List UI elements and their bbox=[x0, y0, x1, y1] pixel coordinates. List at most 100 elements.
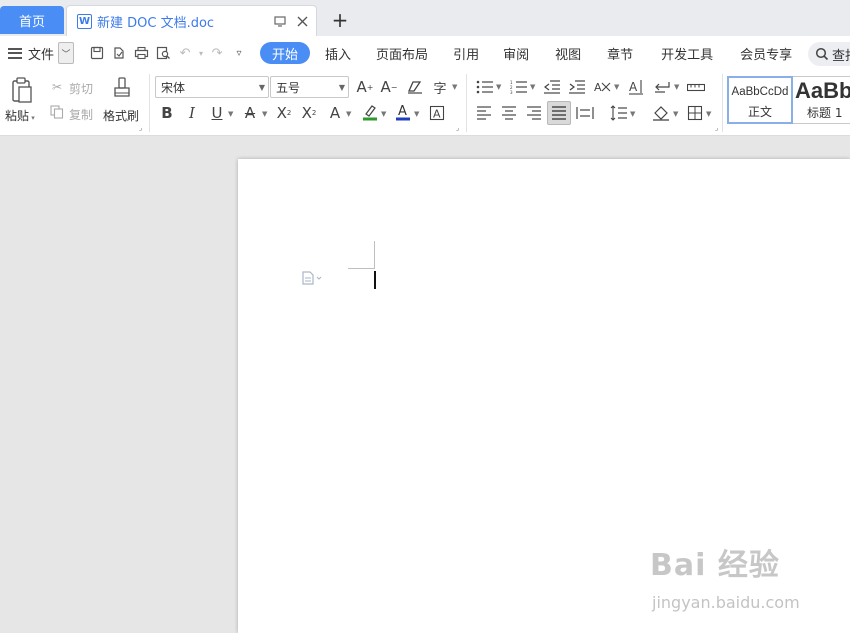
paragraph-dialog-launcher[interactable]: ⌟ bbox=[715, 124, 718, 132]
svg-text:A: A bbox=[433, 108, 441, 121]
align-center-icon[interactable] bbox=[499, 103, 519, 123]
customize-toolbar-icon[interactable]: ▿ bbox=[228, 42, 250, 64]
underline-dropdown-icon[interactable]: ▼ bbox=[228, 110, 233, 118]
cut-button[interactable]: 剪切 bbox=[69, 80, 93, 97]
paragraph-mark-dropdown-icon[interactable]: ▼ bbox=[674, 83, 679, 91]
borders-icon[interactable] bbox=[685, 103, 705, 123]
tab-start[interactable]: 开始 bbox=[260, 42, 311, 64]
tab-developer[interactable]: 开发工具 bbox=[646, 42, 728, 64]
chinese-layout-icon[interactable]: A bbox=[592, 77, 612, 97]
word-doc-icon: W bbox=[77, 13, 92, 29]
window-restore-icon[interactable] bbox=[272, 13, 288, 29]
strikethrough-icon[interactable]: A bbox=[240, 103, 260, 123]
italic-icon[interactable]: I bbox=[182, 103, 202, 123]
paste-button[interactable]: 粘贴 ▾ bbox=[5, 107, 35, 124]
strikethrough-dropdown-icon[interactable]: ▼ bbox=[262, 110, 267, 118]
ribbon-start: 粘贴 ▾ ✂ 剪切 复制 格式刷 ⌟ 宋体 ▼ 五号 ▼ A + A − 字 ▼ B… bbox=[0, 70, 850, 136]
align-left-icon[interactable] bbox=[474, 103, 494, 123]
chevron-down-icon: ▼ bbox=[258, 83, 265, 92]
svg-text:A: A bbox=[398, 104, 407, 119]
tab-document[interactable]: W 新建 DOC 文档.doc bbox=[66, 5, 317, 36]
paragraph-mark-icon[interactable] bbox=[652, 77, 672, 97]
font-size-value: 五号 bbox=[276, 80, 301, 95]
line-spacing-icon[interactable] bbox=[609, 103, 629, 123]
tab-review[interactable]: 审阅 bbox=[490, 42, 542, 64]
font-name-select[interactable]: 宋体 ▼ bbox=[155, 76, 269, 98]
tab-insert[interactable]: 插入 bbox=[314, 42, 362, 64]
text-effect-dropdown-icon[interactable]: ▼ bbox=[346, 110, 351, 118]
paste-icon[interactable] bbox=[8, 75, 36, 105]
style-heading-1[interactable]: AaBb 标题 1 bbox=[793, 76, 850, 124]
scissors-icon[interactable]: ✂ bbox=[48, 78, 66, 96]
decrease-font-size-icon[interactable]: A − bbox=[379, 77, 399, 97]
line-spacing-dropdown-icon[interactable]: ▼ bbox=[630, 110, 635, 118]
phonetic-dropdown-icon[interactable]: ▼ bbox=[452, 83, 457, 91]
style-normal-name: 正文 bbox=[747, 105, 772, 119]
print-icon[interactable] bbox=[130, 42, 152, 64]
borders-dropdown-icon[interactable]: ▼ bbox=[706, 110, 711, 118]
export-pdf-icon[interactable] bbox=[108, 42, 130, 64]
bullet-list-icon[interactable] bbox=[475, 77, 495, 97]
format-painter-icon[interactable] bbox=[110, 75, 134, 105]
style-normal-preview: AaBbCcDd bbox=[731, 86, 789, 98]
justify-icon[interactable] bbox=[547, 101, 571, 125]
ruler-icon[interactable] bbox=[686, 77, 706, 97]
font-size-select[interactable]: 五号 ▼ bbox=[270, 76, 349, 98]
tab-chapter[interactable]: 章节 bbox=[594, 42, 646, 64]
font-color-icon[interactable]: A bbox=[393, 102, 413, 122]
increase-indent-icon[interactable] bbox=[567, 77, 587, 97]
copy-button[interactable]: 复制 bbox=[69, 106, 93, 123]
margin-corner-mark bbox=[348, 268, 375, 269]
clear-formatting-icon[interactable] bbox=[405, 77, 425, 97]
undo-icon[interactable]: ↶ bbox=[174, 42, 196, 64]
phonetic-guide-icon[interactable]: 字 bbox=[430, 77, 450, 97]
margin-corner-mark bbox=[374, 241, 375, 268]
align-right-icon[interactable] bbox=[524, 103, 544, 123]
svg-text:A: A bbox=[629, 80, 638, 94]
tab-member[interactable]: 会员专享 bbox=[728, 42, 804, 64]
style-normal[interactable]: AaBbCcDd 正文 bbox=[727, 76, 793, 124]
menu-row: 文件 ﹀ ↶ ▾ ↷ ▿ 开始 插入 页面布局 引用 审阅 视图 章节 开发工具… bbox=[0, 36, 850, 70]
chinese-layout-dropdown-icon[interactable]: ▼ bbox=[614, 83, 619, 91]
shading-icon[interactable] bbox=[651, 103, 671, 123]
text-direction-icon[interactable]: A bbox=[626, 77, 646, 97]
tab-page-layout[interactable]: 页面布局 bbox=[362, 42, 442, 64]
character-border-icon[interactable]: A bbox=[427, 103, 447, 123]
tab-bar: 首页 W 新建 DOC 文档.doc + bbox=[0, 0, 850, 36]
numbered-list-icon[interactable]: 123 bbox=[509, 77, 529, 97]
close-icon[interactable] bbox=[294, 13, 310, 29]
svg-text:3: 3 bbox=[510, 90, 513, 94]
shading-dropdown-icon[interactable]: ▼ bbox=[673, 110, 678, 118]
format-painter-button[interactable]: 格式刷 bbox=[103, 107, 139, 124]
font-name-value: 宋体 bbox=[161, 80, 186, 95]
undo-dropdown-icon[interactable]: ▾ bbox=[196, 42, 206, 64]
new-tab-button[interactable]: + bbox=[328, 8, 352, 32]
search-label: 查找 bbox=[832, 48, 850, 64]
highlight-icon[interactable] bbox=[360, 102, 380, 122]
subscript-icon[interactable]: X2 bbox=[299, 103, 319, 123]
increase-font-size-icon[interactable]: A + bbox=[355, 77, 375, 97]
font-color-dropdown-icon[interactable]: ▼ bbox=[414, 110, 419, 118]
clipboard-dialog-launcher[interactable]: ⌟ bbox=[139, 124, 142, 132]
highlight-dropdown-icon[interactable]: ▼ bbox=[381, 110, 386, 118]
decrease-indent-icon[interactable] bbox=[542, 77, 562, 97]
copy-icon[interactable] bbox=[48, 103, 66, 121]
paragraph-layout-icon[interactable] bbox=[301, 271, 323, 289]
bold-icon[interactable]: B bbox=[157, 103, 177, 123]
print-preview-icon[interactable] bbox=[152, 42, 174, 64]
redo-icon[interactable]: ↷ bbox=[206, 42, 228, 64]
tab-view[interactable]: 视图 bbox=[542, 42, 594, 64]
chevron-down-icon[interactable]: ﹀ bbox=[58, 42, 75, 64]
file-menu[interactable]: 文件 ﹀ bbox=[8, 42, 75, 64]
font-dialog-launcher[interactable]: ⌟ bbox=[456, 124, 459, 132]
superscript-icon[interactable]: X2 bbox=[274, 103, 294, 123]
underline-icon[interactable]: U bbox=[207, 103, 227, 123]
save-icon[interactable] bbox=[86, 42, 108, 64]
distributed-align-icon[interactable] bbox=[575, 103, 595, 123]
tab-references[interactable]: 引用 bbox=[442, 42, 490, 64]
tab-home[interactable]: 首页 bbox=[0, 6, 64, 34]
numbering-dropdown-icon[interactable]: ▼ bbox=[530, 83, 535, 91]
search-box[interactable]: 查找 bbox=[808, 42, 850, 66]
text-effect-icon[interactable]: A bbox=[325, 103, 345, 123]
bullet-dropdown-icon[interactable]: ▼ bbox=[496, 83, 501, 91]
